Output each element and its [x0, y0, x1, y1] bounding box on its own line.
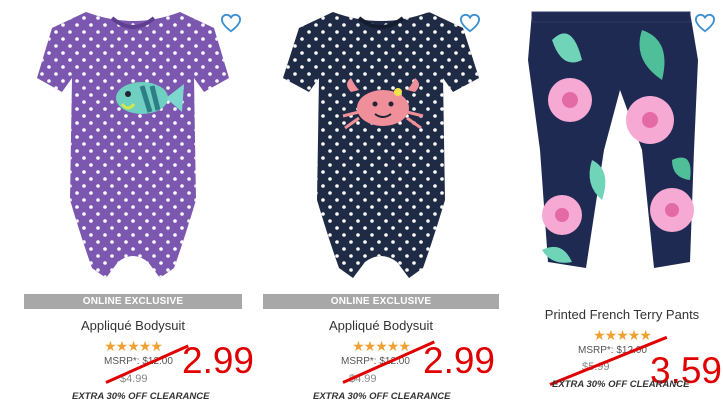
product-name-link[interactable]: Printed French Terry Pants [522, 307, 722, 322]
heart-icon[interactable] [694, 13, 716, 33]
heart-icon[interactable] [220, 13, 242, 33]
heart-icon[interactable] [459, 13, 481, 33]
rating-stars: ★★★★★ [593, 327, 652, 343]
clearance-note: EXTRA 30% OFF CLEARANCE [313, 391, 451, 402]
clearance-note: EXTRA 30% OFF CLEARANCE [72, 391, 210, 402]
sale-price: 2.99 [423, 340, 496, 381]
product-card[interactable]: Printed French Terry Pants ★★★★★ MSRP*: … [522, 0, 722, 404]
clearance-note: EXTRA 30% OFF CLEARANCE [552, 379, 690, 390]
product-name-link[interactable]: Appliqué Bodysuit [24, 318, 242, 333]
product-card[interactable]: ONLINE EXCLUSIVE Appliqué Bodysuit ★★★★★… [263, 0, 499, 404]
product-image[interactable] [522, 0, 722, 290]
product-image[interactable] [263, 0, 499, 290]
product-card[interactable]: ONLINE EXCLUSIVE Appliqué Bodysuit ★★★★★… [24, 0, 254, 404]
online-exclusive-badge: ONLINE EXCLUSIVE [263, 294, 499, 309]
sale-price: 2.99 [182, 340, 255, 381]
product-image[interactable] [24, 0, 242, 290]
online-exclusive-badge: ONLINE EXCLUSIVE [24, 294, 242, 309]
product-name-link[interactable]: Appliqué Bodysuit [263, 318, 499, 333]
